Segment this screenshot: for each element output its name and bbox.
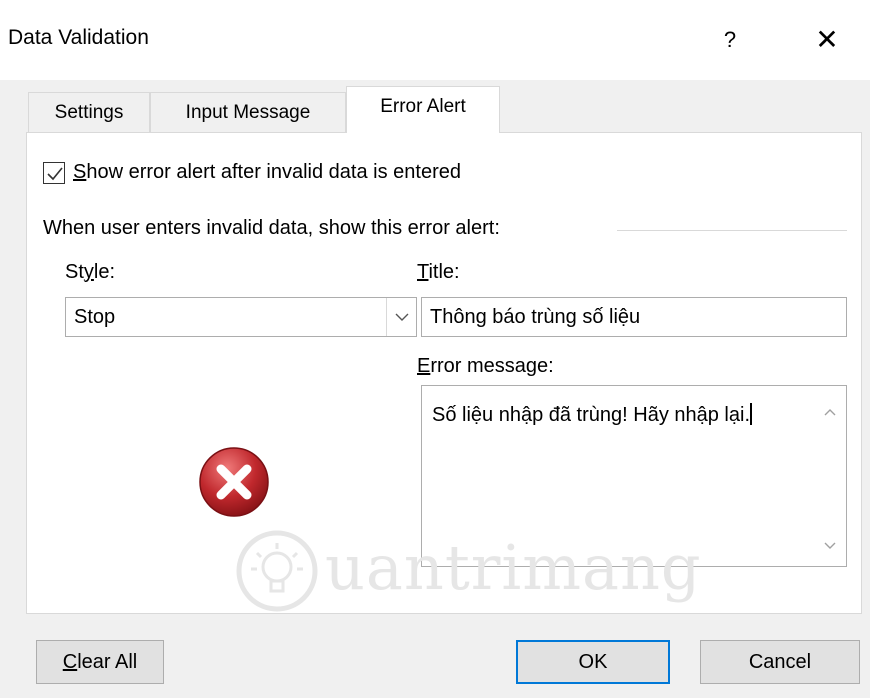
clear-all-button[interactable]: Clear All [36,640,164,684]
style-label: Style: [65,261,116,283]
tab-error-alert[interactable]: Error Alert [346,86,500,133]
show-error-alert-row[interactable]: Show error alert after invalid data is e… [43,161,461,184]
help-icon: ? [723,27,737,52]
watermark: uantrimang [235,523,755,619]
show-error-alert-label: Show error alert after invalid data is e… [73,161,461,183]
close-button[interactable]: ✕ [792,14,862,66]
error-message-label: Error message: [417,355,554,377]
window-title: Data Validation [8,26,149,49]
scroll-up-icon[interactable] [820,402,840,422]
text-caret [750,403,752,425]
style-select-value: Stop [74,306,116,328]
scroll-down-icon[interactable] [820,536,840,556]
stop-error-icon [199,447,269,517]
error-message-text: Số liệu nhập đã trùng! Hãy nhập lại. [432,403,752,426]
help-button[interactable]: ? [700,14,760,66]
group-divider [617,230,847,231]
style-select[interactable]: Stop [65,297,417,337]
title-label: Title: [417,261,460,283]
title-input[interactable]: Thông báo trùng số liệu [421,297,847,337]
watermark-text: uantrimang [325,531,702,604]
error-alert-group-label: When user enters invalid data, show this… [43,217,512,240]
close-icon: ✕ [815,24,839,55]
title-bar: Data Validation ? ✕ [0,0,870,80]
style-dropdown-button[interactable] [386,298,416,336]
ok-button[interactable]: OK [516,640,670,684]
tab-input-message[interactable]: Input Message [150,92,346,132]
show-error-alert-checkbox[interactable] [43,161,65,184]
checkmark-icon [47,166,63,180]
chevron-down-icon [395,313,409,321]
lightbulb-logo-icon [236,530,318,612]
tab-settings[interactable]: Settings [28,92,150,132]
error-alert-panel: Show error alert after invalid data is e… [26,132,862,614]
cancel-button[interactable]: Cancel [700,640,860,684]
